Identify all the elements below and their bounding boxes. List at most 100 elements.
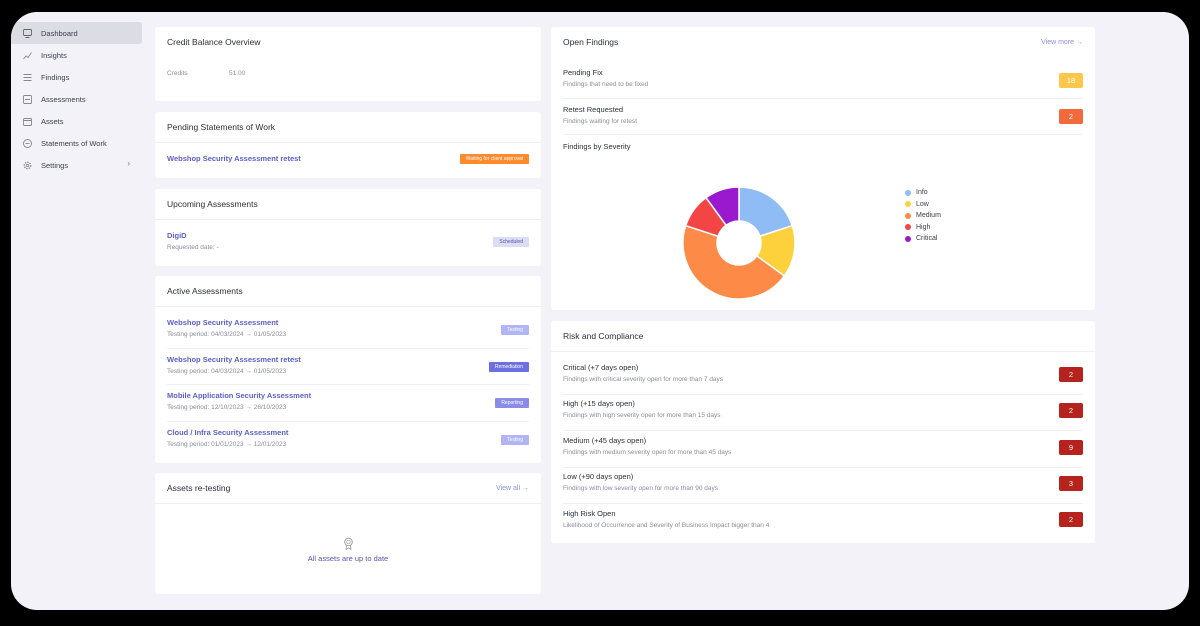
document-icon [23, 138, 32, 148]
app-frame: Dashboard Insights Findings Assessments … [11, 12, 1189, 610]
legend-item-critical[interactable]: Critical [905, 233, 941, 245]
divider [167, 421, 529, 422]
list-item[interactable]: Webshop Security Assessment Testing peri… [167, 318, 529, 338]
risk-count[interactable]: 9 [1059, 440, 1083, 455]
list-item[interactable]: DigiD Requested date: - [167, 231, 529, 251]
card-title: Open Findings [563, 37, 619, 47]
view-more-link[interactable]: View more → [1041, 39, 1083, 46]
risk-count[interactable]: 2 [1059, 403, 1083, 418]
assessment-title[interactable]: Cloud / Infra Security Assessment [167, 428, 529, 437]
testing-period: Testing period: 01/01/2023 → 12/01/2023 [167, 441, 287, 448]
risk-row: High Risk Open Likelihood of Occurrence … [563, 509, 1083, 529]
pending-fix-row: Pending Fix Findings that need to be fix… [563, 68, 1083, 88]
legend-label: High [916, 223, 931, 231]
legend-item-medium[interactable]: Medium [905, 210, 941, 222]
legend-swatch [905, 224, 911, 231]
sidebar: Dashboard Insights Findings Assessments … [11, 22, 142, 176]
sidebar-item-insights[interactable]: Insights [11, 44, 142, 66]
list-item[interactable]: Webshop Security Assessment retest Testi… [167, 355, 529, 375]
assessment-title[interactable]: Webshop Security Assessment [167, 318, 529, 327]
risk-desc: Likelihood of Occurrence and Severity of… [563, 522, 770, 529]
list-item[interactable]: Cloud / Infra Security Assessment Testin… [167, 428, 529, 448]
view-all-link[interactable]: View all → [496, 485, 529, 492]
testing-period: Testing period: 12/10/2023 → 26/10/2023 [167, 404, 287, 411]
card-title: Pending Statements of Work [155, 112, 541, 143]
assessment-icon [23, 94, 32, 104]
credits-value: 51.00 [229, 70, 246, 77]
list-icon [23, 73, 32, 82]
severity-title: Findings by Severity [563, 142, 631, 151]
sidebar-item-assessments[interactable]: Assessments [11, 88, 142, 110]
divider [167, 384, 529, 385]
legend-swatch [905, 189, 911, 196]
list-item[interactable]: Mobile Application Security Assessment T… [167, 391, 529, 411]
card-title: Credit Balance Overview [167, 37, 261, 47]
risk-count[interactable]: 2 [1059, 512, 1083, 527]
divider [563, 394, 1083, 395]
sidebar-item-settings[interactable]: Settings › [11, 154, 142, 176]
requested-date: Requested date: - [167, 244, 219, 251]
sidebar-item-assets[interactable]: Assets [11, 110, 142, 132]
divider [563, 503, 1083, 504]
sidebar-item-label: Dashboard [41, 28, 78, 38]
risk-count[interactable]: 3 [1059, 476, 1083, 491]
legend-item-low[interactable]: Low [905, 199, 941, 211]
chart-legend: Info Low Medium High Critical [905, 187, 941, 245]
risk-title: High Risk Open [563, 509, 616, 518]
status-badge: Testing [501, 325, 529, 335]
risk-compliance-card: Risk and Compliance Critical (+7 days op… [551, 321, 1095, 543]
legend-label: Critical [916, 235, 938, 243]
legend-item-info[interactable]: Info [905, 187, 941, 199]
status-badge: Reporting [495, 398, 529, 408]
legend-label: Info [916, 189, 928, 197]
sidebar-item-statements-of-work[interactable]: Statements of Work [11, 132, 142, 154]
testing-period: Testing period: 04/03/2024 → 01/05/2023 [167, 368, 287, 375]
legend-label: Medium [916, 212, 941, 220]
pending-sow-card: Pending Statements of Work Webshop Secur… [155, 112, 541, 178]
upcoming-assessments-card: Upcoming Assessments DigiD Requested dat… [155, 189, 541, 266]
retest-title: Retest Requested [563, 105, 624, 114]
card-title: Risk and Compliance [551, 321, 1095, 352]
retest-count[interactable]: 2 [1059, 109, 1083, 124]
divider [167, 348, 529, 349]
chevron-right-icon: › [127, 159, 130, 168]
card-title: Assets re-testing [167, 483, 231, 493]
pending-fix-title: Pending Fix [563, 68, 603, 77]
sidebar-item-label: Settings [41, 160, 69, 170]
risk-row: Critical (+7 days open) Findings with cr… [563, 363, 1083, 383]
pending-fix-count[interactable]: 18 [1059, 73, 1083, 88]
sidebar-item-dashboard[interactable]: Dashboard [11, 22, 142, 44]
assessment-title[interactable]: Mobile Application Security Assessment [167, 391, 529, 400]
open-findings-card: Open Findings View more → Pending Fix Fi… [551, 27, 1095, 310]
sidebar-item-label: Assets [41, 116, 64, 126]
risk-count[interactable]: 2 [1059, 367, 1083, 382]
credits-label: Credits [167, 70, 188, 77]
risk-title: Critical (+7 days open) [563, 363, 639, 372]
legend-label: Low [916, 200, 929, 208]
legend-swatch [905, 235, 911, 242]
sidebar-item-label: Statements of Work [41, 138, 107, 148]
divider [563, 134, 1083, 135]
sidebar-item-label: Insights [41, 50, 67, 60]
assessment-title[interactable]: Webshop Security Assessment retest [167, 355, 529, 364]
risk-row: Low (+90 days open) Findings with low se… [563, 472, 1083, 492]
dashboard-icon [23, 28, 32, 38]
sidebar-item-label: Assessments [41, 94, 86, 104]
assessment-title[interactable]: DigiD [167, 231, 529, 240]
empty-state-text: All assets are up to date [307, 554, 389, 563]
card-title: Active Assessments [155, 276, 541, 307]
pending-fix-desc: Findings that need to be fixed [563, 81, 649, 88]
risk-row: Medium (+45 days open) Findings with med… [563, 436, 1083, 456]
status-badge: Scheduled [493, 237, 529, 247]
folder-icon [23, 117, 32, 126]
retest-desc: Findings waiting for retest [563, 118, 638, 125]
card-title: Upcoming Assessments [155, 189, 541, 220]
risk-desc: Findings with medium severity open for m… [563, 449, 732, 456]
legend-item-high[interactable]: High [905, 222, 941, 234]
assets-retesting-card: Assets re-testing View all → All assets … [155, 473, 541, 594]
legend-swatch [905, 201, 911, 208]
status-badge: Testing [501, 435, 529, 445]
risk-title: High (+15 days open) [563, 399, 635, 408]
active-assessments-card: Active Assessments Webshop Security Asse… [155, 276, 541, 463]
sidebar-item-findings[interactable]: Findings [11, 66, 142, 88]
